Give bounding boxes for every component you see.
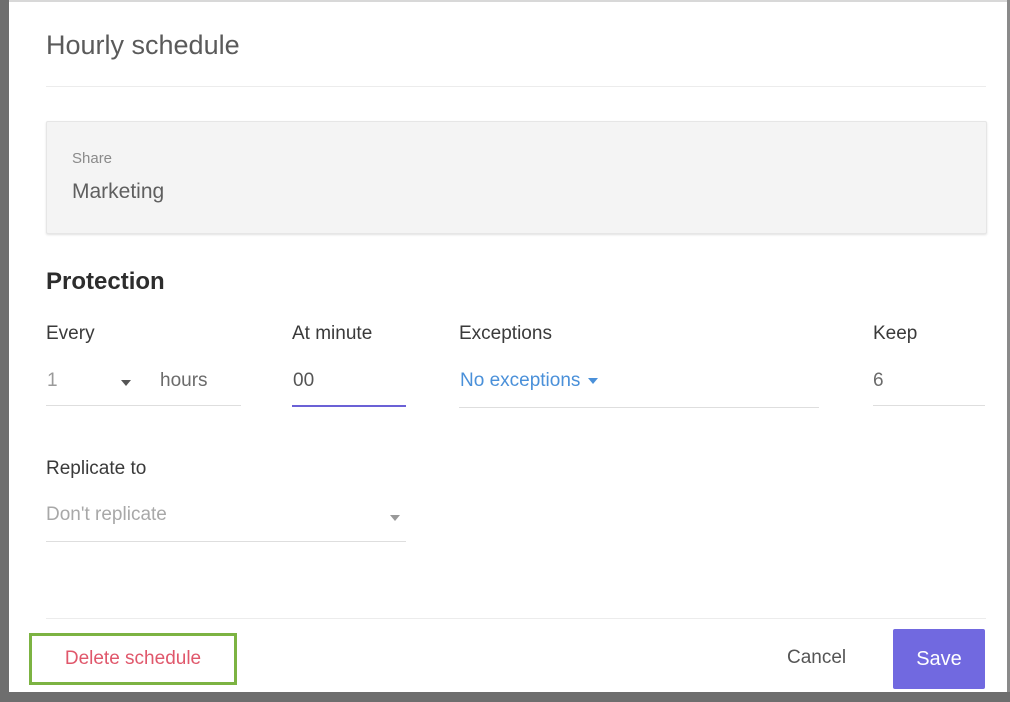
- exceptions-label: Exceptions: [459, 323, 552, 344]
- keep-label: Keep: [873, 323, 918, 344]
- share-value: Marketing: [72, 180, 165, 203]
- title-divider: [46, 86, 986, 87]
- delete-schedule-button[interactable]: Delete schedule: [29, 633, 237, 685]
- every-unit: hours: [160, 370, 208, 391]
- dialog-title: Hourly schedule: [46, 30, 240, 60]
- at-minute-focus-underline: [292, 405, 406, 407]
- exceptions-dropdown[interactable]: No exceptions: [460, 370, 599, 392]
- footer-divider: [46, 618, 986, 619]
- window-left-edge: [0, 0, 9, 702]
- at-minute-label: At minute: [292, 323, 373, 344]
- replicate-underline: [46, 541, 406, 542]
- exceptions-value: No exceptions: [460, 370, 581, 391]
- protection-heading: Protection: [46, 268, 165, 295]
- replicate-label: Replicate to: [46, 458, 147, 479]
- every-label: Every: [46, 323, 95, 344]
- keep-underline: [873, 405, 985, 406]
- delete-schedule-label: Delete schedule: [64, 648, 202, 669]
- every-value: 1: [47, 370, 58, 391]
- cancel-button[interactable]: Cancel: [787, 647, 846, 669]
- replicate-placeholder: Don't replicate: [46, 504, 167, 525]
- share-label: Share: [72, 150, 113, 167]
- window-top-edge: [0, 0, 1010, 2]
- share-card: Share Marketing: [46, 121, 987, 234]
- exceptions-underline: [459, 407, 819, 408]
- every-underline: [46, 405, 241, 406]
- keep-value: 6: [873, 370, 884, 391]
- save-button[interactable]: Save: [893, 629, 985, 689]
- window-bottom-edge: [0, 692, 1010, 702]
- chevron-down-icon: [121, 380, 131, 386]
- save-label: Save: [916, 647, 962, 670]
- caret-down-icon: [588, 377, 599, 384]
- chevron-down-icon: [390, 515, 400, 521]
- at-minute-value: 00: [293, 370, 315, 391]
